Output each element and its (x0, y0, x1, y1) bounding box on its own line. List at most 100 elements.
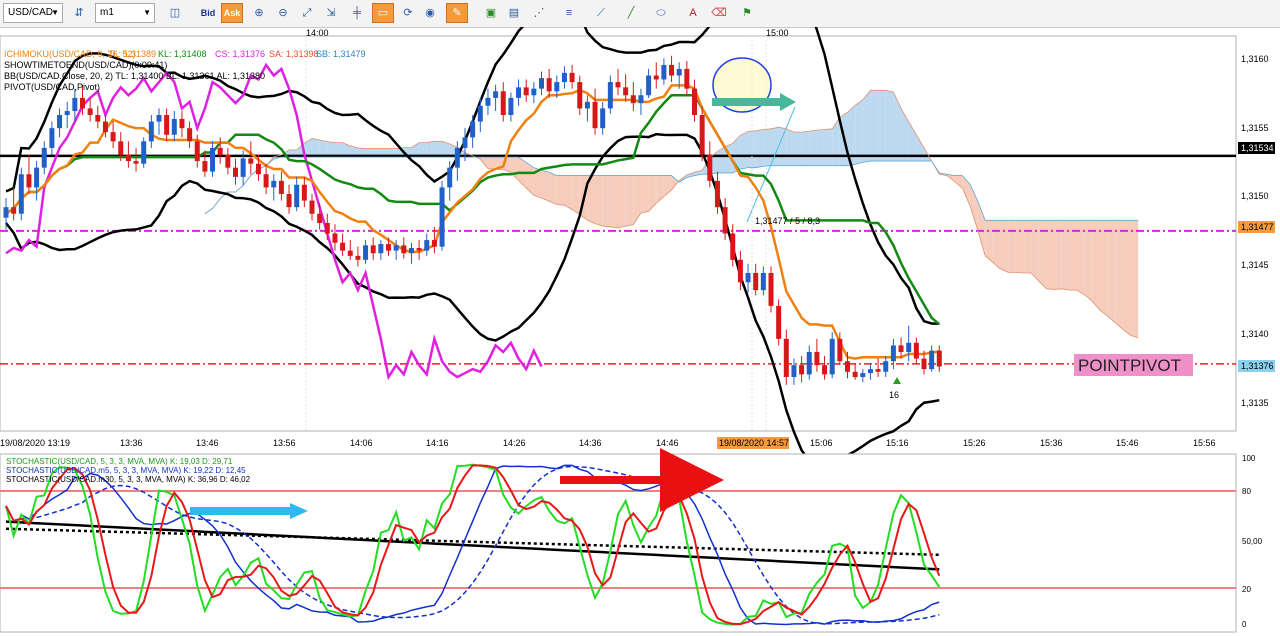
candle-body (546, 78, 552, 92)
candle-body (416, 247, 422, 251)
chart-type-button[interactable]: ◫ (164, 3, 186, 23)
chart-area[interactable]: 16 1,31477 / 5 / 8,3 POINTPIVOT ICHIMOKU… (0, 27, 1280, 636)
chart-style-button[interactable]: ⇵ (68, 3, 90, 23)
candle-body (600, 108, 606, 129)
crosshair-icon: ╪ (353, 7, 361, 19)
cloud-segment (1084, 220, 1093, 302)
cloud-segment (319, 140, 328, 158)
time-tick: 15:26 (963, 438, 986, 448)
eraser-button[interactable]: ⌫ (708, 3, 730, 23)
stoch-tick: 0 (1242, 620, 1247, 629)
cloud-segment (487, 157, 496, 170)
zoom-out-button[interactable]: ⊖ (272, 3, 294, 23)
cloud-segment (771, 127, 779, 166)
price-tick: 1,3135 (1241, 398, 1269, 408)
candle-body (615, 82, 621, 88)
candle-body (80, 97, 85, 109)
badge-blue-text: 1,31376 (1241, 361, 1274, 371)
cloud-segment (862, 90, 871, 163)
legend-ichi-cs: CS: 1,31376 (215, 49, 265, 59)
price-tick: 1,3160 (1241, 54, 1269, 64)
hlines-button[interactable]: ≡ (558, 3, 580, 23)
bid-button[interactable]: Bid (197, 3, 219, 23)
cloud-segment (809, 130, 817, 166)
candle-body (768, 273, 774, 306)
fit-button[interactable]: ⤢ (296, 3, 318, 23)
candle-body (110, 132, 116, 142)
candle-body (561, 72, 567, 83)
candle-body (883, 361, 889, 372)
candle-body (577, 82, 583, 109)
draw-button[interactable]: ✎ (446, 3, 468, 23)
candle-body (156, 115, 162, 122)
candle-body (317, 213, 323, 223)
level-80-line (0, 490, 1236, 492)
timeframe-select[interactable]: m1 ▼ (95, 3, 155, 23)
candle-body (845, 361, 850, 372)
shapes-button[interactable]: ⬭ (650, 3, 672, 23)
price-axis[interactable]: 1,3160 1,3155 1,3150 1,3145 1,3140 1,313… (1238, 54, 1275, 408)
candle-body (332, 233, 338, 243)
alert-button[interactable]: ⚑ (736, 3, 758, 23)
shapes-icon: ⬭ (656, 7, 666, 19)
candle-body (485, 97, 491, 106)
candle-body (623, 87, 629, 96)
badge-orange-text: 1,31477 (1241, 222, 1274, 232)
candle-body (340, 242, 346, 251)
legend-showtime: SHOWTIMETOEND(USD/CAD)(0:00:41) (4, 60, 167, 70)
time-tick: 14:06 (350, 438, 373, 448)
candle-body (822, 365, 828, 375)
globe-button[interactable]: ◉ (419, 3, 441, 23)
candle-body (500, 91, 506, 115)
time-tick: 19/08/2020 13:19 (0, 438, 70, 448)
candle-body (324, 222, 330, 234)
candle-body (401, 245, 407, 254)
candle-body (217, 147, 223, 155)
cloud-segment (1023, 220, 1032, 273)
crosshair-button[interactable]: ╪ (346, 3, 368, 23)
stoch-tick: 50,00 (1242, 537, 1263, 546)
candle-body (569, 72, 575, 83)
cloud-segment (885, 90, 894, 162)
candle-body (791, 365, 797, 378)
cloud-segment (1122, 220, 1131, 336)
candle-body (240, 158, 246, 177)
candle-body (523, 87, 529, 96)
cloud-segment (602, 175, 611, 227)
candle-body (607, 82, 613, 109)
scale-button[interactable]: ⇲ (320, 3, 342, 23)
candle-body (714, 180, 720, 208)
image-button[interactable]: ▣ (480, 3, 502, 23)
time-tick: 15:06 (810, 438, 833, 448)
stoch-legend-3: STOCHASTIC(USD/CAD.m30, 5, 3, 3, MVA, MV… (6, 475, 251, 484)
candle-body (164, 115, 170, 135)
trendline-button[interactable]: ╱ (620, 3, 642, 23)
zoom-in-button[interactable]: ⊕ (248, 3, 270, 23)
tools-button[interactable]: ⟋ (590, 3, 612, 23)
candle-body (271, 180, 277, 188)
symbol-select[interactable]: USD/CAD ▼ (3, 3, 63, 23)
time-axis[interactable]: 19/08/2020 13:19 13:36 13:46 13:56 14:06… (0, 437, 1216, 449)
candle-body (141, 141, 147, 164)
stoch-tick: 80 (1242, 487, 1251, 496)
cloud-segment (618, 175, 626, 228)
candle-body (125, 154, 131, 162)
stoch-legend-2: STOCHASTIC(USD/CAD.m5, 5, 3, 3, MVA, MVA… (6, 466, 246, 475)
time-tick: 15:16 (886, 438, 909, 448)
candle-body (661, 64, 667, 80)
candle-body (554, 82, 560, 92)
refresh-button[interactable]: ⟳ (397, 3, 419, 23)
template-button[interactable]: ▤ (503, 3, 525, 23)
ask-button[interactable]: Ask (221, 3, 243, 23)
ask-label: Ask (223, 8, 241, 18)
cloud-segment (1107, 220, 1116, 323)
cursor-time-label: 19/08/2020 14:57 (719, 438, 789, 448)
time-tick: 15:46 (1116, 438, 1139, 448)
cloud-segment (595, 175, 603, 226)
candle-body (363, 245, 369, 260)
text-button[interactable]: A (682, 3, 704, 23)
stochastic-axis[interactable]: 100 80 50,00 20 0 (1242, 454, 1263, 629)
cursor-button[interactable]: ▭ (372, 3, 394, 23)
candle-body (179, 118, 185, 129)
lines-button[interactable]: ⋰ (528, 3, 550, 23)
